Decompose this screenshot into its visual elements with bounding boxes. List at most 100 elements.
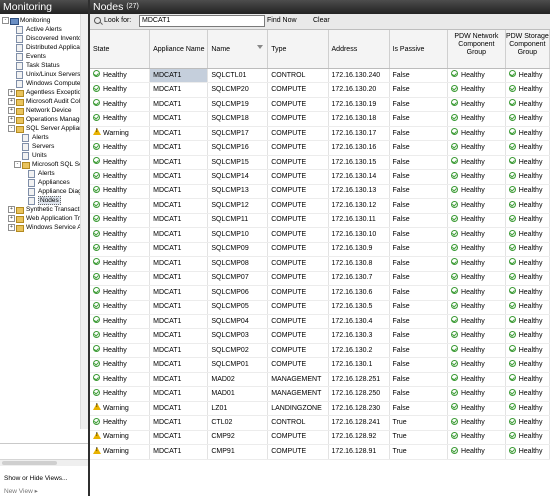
expand-icon[interactable]: + <box>8 224 15 231</box>
table-row[interactable]: Healthy MDCAT1 SQLCMP02 COMPUTE 172.16.130.2… <box>90 343 550 359</box>
tree-scroll-thumb[interactable] <box>2 461 57 465</box>
expand-icon[interactable]: + <box>8 215 15 222</box>
table-row[interactable]: Healthy MDCAT1 SQLCMP09 COMPUTE 172.16.130.9… <box>90 242 550 258</box>
column-header-network-group[interactable]: PDW Network Component Group <box>447 30 506 69</box>
tree-item[interactable]: + Operations Manager <box>0 115 80 124</box>
tree-item[interactable]: Unix/Linux Servers <box>0 70 80 79</box>
tree-item[interactable]: Units <box>0 151 80 160</box>
table-row[interactable]: Healthy MDCAT1 SQLCMP19 COMPUTE 172.16.130.1… <box>90 97 550 113</box>
tree-item[interactable]: Task Status <box>0 61 80 70</box>
table-row[interactable]: Healthy MDCAT1 SQLCMP04 COMPUTE 172.16.130.4… <box>90 314 550 330</box>
table-row[interactable]: Healthy MDCAT1 SQLCMP13 COMPUTE 172.16.130.1… <box>90 184 550 200</box>
table-row[interactable]: Warning MDCAT1 CMP92 COMPUTE 172.16.128.92 Tr… <box>90 430 550 446</box>
cell-appliance-name: MDCAT1 <box>149 444 209 460</box>
column-header-address[interactable]: Address <box>328 30 390 69</box>
column-header-appliance-name[interactable]: Appliance Name <box>149 30 209 69</box>
table-row[interactable]: Healthy MDCAT1 SQLCMP07 COMPUTE 172.16.130.7… <box>90 271 550 287</box>
tree-item[interactable]: - SQL Server Appliance <box>0 124 80 133</box>
tree-item[interactable]: Active Alerts <box>0 25 80 34</box>
tree-item[interactable]: Distributed Applications <box>0 43 80 52</box>
table-row[interactable]: Healthy MDCAT1 MAD01 MANAGEMENT 172.16.128.2… <box>90 386 550 402</box>
cell-storage-group: Healthy <box>505 184 550 200</box>
expand-icon[interactable]: + <box>8 98 15 105</box>
cell-text: Healthy <box>518 274 543 282</box>
cell-appliance-name: MDCAT1 <box>149 401 209 417</box>
tree-item[interactable]: + Windows Service And Process Monitoring <box>0 223 80 232</box>
tree-item[interactable]: Servers <box>0 142 80 151</box>
column-header-is-passive[interactable]: Is Passive <box>389 30 449 69</box>
tree-horizontal-scrollbar[interactable] <box>0 459 88 466</box>
table-row[interactable]: Healthy MDCAT1 SQLCMP11 COMPUTE 172.16.130.1… <box>90 213 550 229</box>
cell-text: MAD02 <box>211 375 235 383</box>
cell-name: SQLCMP08 <box>207 256 269 272</box>
table-row[interactable]: Healthy MDCAT1 SQLCMP06 COMPUTE 172.16.130.6… <box>90 285 550 301</box>
cell-name: SQLCMP01 <box>207 357 269 373</box>
new-view-link[interactable]: New View ▸ <box>4 487 38 495</box>
table-row[interactable]: Healthy MDCAT1 SQLCMP01 COMPUTE 172.16.130.1… <box>90 357 550 373</box>
healthy-check-icon <box>93 200 100 208</box>
cell-is-passive: False <box>389 401 449 417</box>
tree-vertical-scrollbar[interactable] <box>80 14 88 429</box>
tree-item[interactable]: Events <box>0 52 80 61</box>
tree-item[interactable]: Nodes <box>0 196 80 205</box>
tree-item[interactable]: Appliances <box>0 178 80 187</box>
cell-appliance-name: MDCAT1 <box>149 430 209 446</box>
collapse-icon[interactable]: - <box>8 125 15 132</box>
collapse-icon[interactable]: - <box>14 161 21 168</box>
cell-appliance-name: MDCAT1 <box>149 140 209 156</box>
tree-item[interactable]: + Microsoft Audit Collection Services <box>0 97 80 106</box>
healthy-check-icon <box>451 388 459 396</box>
cell-text: False <box>392 144 410 152</box>
table-row[interactable]: Healthy MDCAT1 SQLCMP12 COMPUTE 172.16.130.1… <box>90 198 550 214</box>
cell-name: SQLCMP05 <box>207 300 269 315</box>
column-header-name[interactable]: Name <box>207 30 269 69</box>
table-row[interactable]: Warning MDCAT1 CMP91 COMPUTE 172.16.128.91 Tr… <box>90 444 550 460</box>
clear-button[interactable]: Clear <box>313 17 330 24</box>
table-row[interactable]: Healthy MDCAT1 SQLCTL01 CONTROL 172.16.130.2… <box>90 68 550 84</box>
tree-item[interactable]: Alerts <box>0 133 80 142</box>
tree-item[interactable]: Discovered Inventory <box>0 34 80 43</box>
table-row[interactable]: Healthy MDCAT1 SQLCMP16 COMPUTE 172.16.130.1… <box>90 140 550 156</box>
column-header-storage-group[interactable]: PDW Storage Component Group <box>505 30 550 69</box>
expand-icon[interactable]: + <box>8 107 15 114</box>
column-header-type[interactable]: Type <box>267 30 329 69</box>
tree-item[interactable]: + Web Application Transaction Monitoring <box>0 214 80 223</box>
tree-item[interactable]: - Monitoring <box>0 16 80 25</box>
expand-icon[interactable]: + <box>8 206 15 213</box>
search-input[interactable]: MDCAT1 <box>139 15 265 27</box>
healthy-check-icon <box>93 330 100 338</box>
find-now-button[interactable]: Find Now <box>267 17 297 24</box>
table-row[interactable]: Healthy MDCAT1 SQLCMP20 COMPUTE 172.16.130.2… <box>90 82 550 98</box>
tree-item[interactable]: - Microsoft SQL Server Parallel Data Ware… <box>0 160 80 169</box>
cell-text: Healthy <box>461 274 485 282</box>
healthy-check-icon <box>508 403 516 411</box>
tree-item[interactable]: + Network Device <box>0 106 80 115</box>
collapse-icon[interactable]: - <box>2 17 9 24</box>
show-hide-views-link[interactable]: Show or Hide Views... <box>4 475 67 482</box>
expand-icon[interactable]: + <box>8 116 15 123</box>
cell-appliance-name: MDCAT1 <box>149 372 209 388</box>
tree-item[interactable]: Appliance Diagram <box>0 187 80 196</box>
table-row[interactable]: Healthy MDCAT1 SQLCMP14 COMPUTE 172.16.130.1… <box>90 169 550 185</box>
cell-text: Healthy <box>461 86 485 94</box>
tree-item[interactable]: + Synthetic Transaction <box>0 205 80 214</box>
table-row[interactable]: Healthy MDCAT1 SQLCMP03 COMPUTE 172.16.130.3… <box>90 328 550 344</box>
cell-text: Healthy <box>518 332 543 340</box>
expand-icon[interactable]: + <box>8 89 15 96</box>
table-row[interactable]: Healthy MDCAT1 MAD02 MANAGEMENT 172.16.128.2… <box>90 372 550 388</box>
table-row[interactable]: Warning MDCAT1 SQLCMP17 COMPUTE 172.16.130.1… <box>90 126 550 142</box>
tree-item[interactable]: + Agentless Exception Monitoring <box>0 88 80 97</box>
table-row[interactable]: Warning MDCAT1 LZ01 LANDINGZONE 172.16.128.2… <box>90 401 550 417</box>
cell-text: 172.16.130.15 <box>331 158 377 166</box>
table-row[interactable]: Healthy MDCAT1 SQLCMP18 COMPUTE 172.16.130.1… <box>90 111 550 127</box>
column-header-state[interactable]: State <box>90 30 151 69</box>
tree-item[interactable]: Windows Computers <box>0 79 80 88</box>
table-row[interactable]: Healthy MDCAT1 SQLCMP10 COMPUTE 172.16.130.1… <box>90 227 550 243</box>
table-row[interactable]: Healthy MDCAT1 SQLCMP15 COMPUTE 172.16.130.1… <box>90 155 550 171</box>
cell-storage-group: Healthy <box>505 155 550 171</box>
cell-storage-group: Healthy <box>505 169 550 185</box>
table-row[interactable]: Healthy MDCAT1 SQLCMP05 COMPUTE 172.16.130.5… <box>90 300 550 315</box>
table-row[interactable]: Healthy MDCAT1 SQLCMP08 COMPUTE 172.16.130.8… <box>90 256 550 272</box>
table-row[interactable]: Healthy MDCAT1 CTL02 CONTROL 172.16.128.241 T… <box>90 415 550 431</box>
tree-item[interactable]: Alerts <box>0 169 80 178</box>
